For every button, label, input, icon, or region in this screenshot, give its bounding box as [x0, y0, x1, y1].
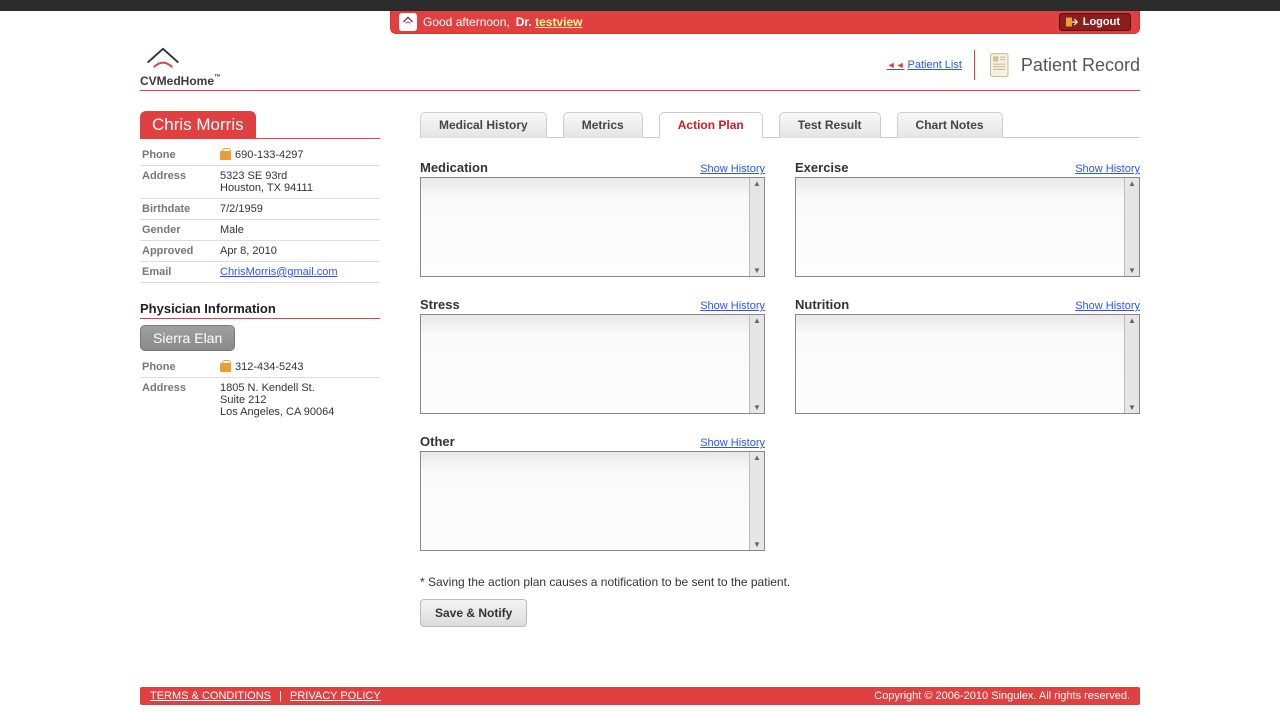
plan-title: Stress: [420, 297, 460, 312]
copyright: Copyright © 2006-2010 Singulex. All righ…: [874, 690, 1130, 702]
scroll-up-icon[interactable]: ▲: [753, 178, 761, 189]
info-value: 7/2/1959: [220, 203, 378, 215]
show-history-link[interactable]: Show History: [1075, 163, 1140, 175]
info-value: 690-133-4297: [220, 149, 378, 161]
patient-record-icon: [987, 51, 1015, 79]
plan-textarea[interactable]: ▲▼: [795, 314, 1140, 414]
info-label: Approved: [142, 245, 220, 257]
plan-textarea[interactable]: ▲▼: [420, 314, 765, 414]
info-value: Apr 8, 2010: [220, 245, 378, 257]
tab-chart-notes[interactable]: Chart Notes: [897, 112, 1003, 138]
scroll-down-icon[interactable]: ▼: [753, 539, 761, 550]
patient-list-link[interactable]: ◄◄ Patient List: [887, 59, 962, 71]
scrollbar[interactable]: ▲▼: [749, 452, 764, 550]
greeting-bar: Good afternoon, Dr. testview Logout: [390, 11, 1140, 34]
plan-title: Exercise: [795, 160, 849, 175]
plan-medication: MedicationShow History▲▼: [420, 160, 765, 277]
save-notify-button[interactable]: Save & Notify: [420, 599, 527, 627]
info-value: 312-434-5243: [220, 361, 378, 373]
scrollbar[interactable]: ▲▼: [749, 315, 764, 413]
terms-link[interactable]: TERMS & CONDITIONS: [150, 690, 271, 702]
tab-medical-history[interactable]: Medical History: [420, 112, 547, 138]
info-row: Phone312-434-5243: [140, 357, 380, 378]
show-history-link[interactable]: Show History: [700, 163, 765, 175]
info-row: GenderMale: [140, 220, 380, 241]
logout-button[interactable]: Logout: [1059, 13, 1131, 31]
show-history-link[interactable]: Show History: [700, 300, 765, 312]
plan-exercise: ExerciseShow History▲▼: [795, 160, 1140, 277]
tabs: Medical History Metrics Action Plan Test Re…: [420, 111, 1140, 138]
phone-icon: [220, 151, 231, 160]
scroll-down-icon[interactable]: ▼: [1128, 402, 1136, 413]
plan-title: Nutrition: [795, 297, 849, 312]
logo: CVMedHome™: [140, 42, 221, 88]
info-label: Email: [142, 266, 220, 278]
scrollbar[interactable]: ▲▼: [749, 178, 764, 276]
patient-sidebar: Chris Morris Phone690-133-4297Address532…: [140, 111, 380, 627]
phone-icon: [220, 363, 231, 372]
plan-stress: StressShow History▲▼: [420, 297, 765, 414]
scroll-down-icon[interactable]: ▼: [753, 402, 761, 413]
info-row: Birthdate7/2/1959: [140, 199, 380, 220]
scrollbar[interactable]: ▲▼: [1124, 178, 1139, 276]
info-label: Phone: [142, 361, 220, 373]
scroll-up-icon[interactable]: ▲: [753, 452, 761, 463]
info-row: ApprovedApr 8, 2010: [140, 241, 380, 262]
info-label: Phone: [142, 149, 220, 161]
scroll-up-icon[interactable]: ▲: [1128, 315, 1136, 326]
tab-test-result[interactable]: Test Result: [779, 112, 881, 138]
info-value[interactable]: ChrisMorris@gmail.com: [220, 266, 378, 278]
logout-icon: [1066, 17, 1078, 27]
info-label: Address: [142, 382, 220, 418]
scroll-up-icon[interactable]: ▲: [1128, 178, 1136, 189]
info-row: EmailChrisMorris@gmail.com: [140, 262, 380, 283]
info-value: Male: [220, 224, 378, 236]
scroll-down-icon[interactable]: ▼: [753, 265, 761, 276]
plan-title: Medication: [420, 160, 488, 175]
info-label: Birthdate: [142, 203, 220, 215]
info-row: Address1805 N. Kendell St.Suite 212Los A…: [140, 378, 380, 422]
privacy-link[interactable]: PRIVACY POLICY: [290, 690, 381, 702]
info-value: 1805 N. Kendell St.Suite 212Los Angeles,…: [220, 382, 378, 418]
save-note: * Saving the action plan causes a notifi…: [420, 575, 1140, 589]
tab-metrics[interactable]: Metrics: [563, 112, 643, 138]
physician-section-title: Physician Information: [140, 301, 380, 319]
plan-textarea[interactable]: ▲▼: [795, 177, 1140, 277]
plan-other: OtherShow History▲▼: [420, 434, 765, 551]
tab-action-plan[interactable]: Action Plan: [659, 112, 763, 138]
plan-textarea[interactable]: ▲▼: [420, 451, 765, 551]
physician-name: Sierra Elan: [140, 325, 235, 351]
page-title: Patient Record: [987, 51, 1140, 79]
info-label: Address: [142, 170, 220, 194]
show-history-link[interactable]: Show History: [700, 437, 765, 449]
email-link[interactable]: ChrisMorris@gmail.com: [220, 266, 338, 278]
doctor-prefix: Dr.: [516, 15, 532, 29]
info-row: Address5323 SE 93rdHouston, TX 94111: [140, 166, 380, 199]
info-value: 5323 SE 93rdHouston, TX 94111: [220, 170, 378, 194]
username-link[interactable]: testview: [535, 15, 582, 29]
scroll-up-icon[interactable]: ▲: [753, 315, 761, 326]
info-row: Phone690-133-4297: [140, 145, 380, 166]
info-label: Gender: [142, 224, 220, 236]
patient-name: Chris Morris: [140, 111, 256, 139]
back-arrows-icon: ◄◄: [887, 60, 905, 70]
show-history-link[interactable]: Show History: [1075, 300, 1140, 312]
plan-nutrition: NutritionShow History▲▼: [795, 297, 1140, 414]
plan-title: Other: [420, 434, 455, 449]
greeting-text: Good afternoon,: [423, 15, 510, 29]
logo-small-icon: [399, 13, 417, 31]
scrollbar[interactable]: ▲▼: [1124, 315, 1139, 413]
scroll-down-icon[interactable]: ▼: [1128, 265, 1136, 276]
plan-textarea[interactable]: ▲▼: [420, 177, 765, 277]
footer-bar: TERMS & CONDITIONS | PRIVACY POLICY Copy…: [140, 687, 1140, 705]
